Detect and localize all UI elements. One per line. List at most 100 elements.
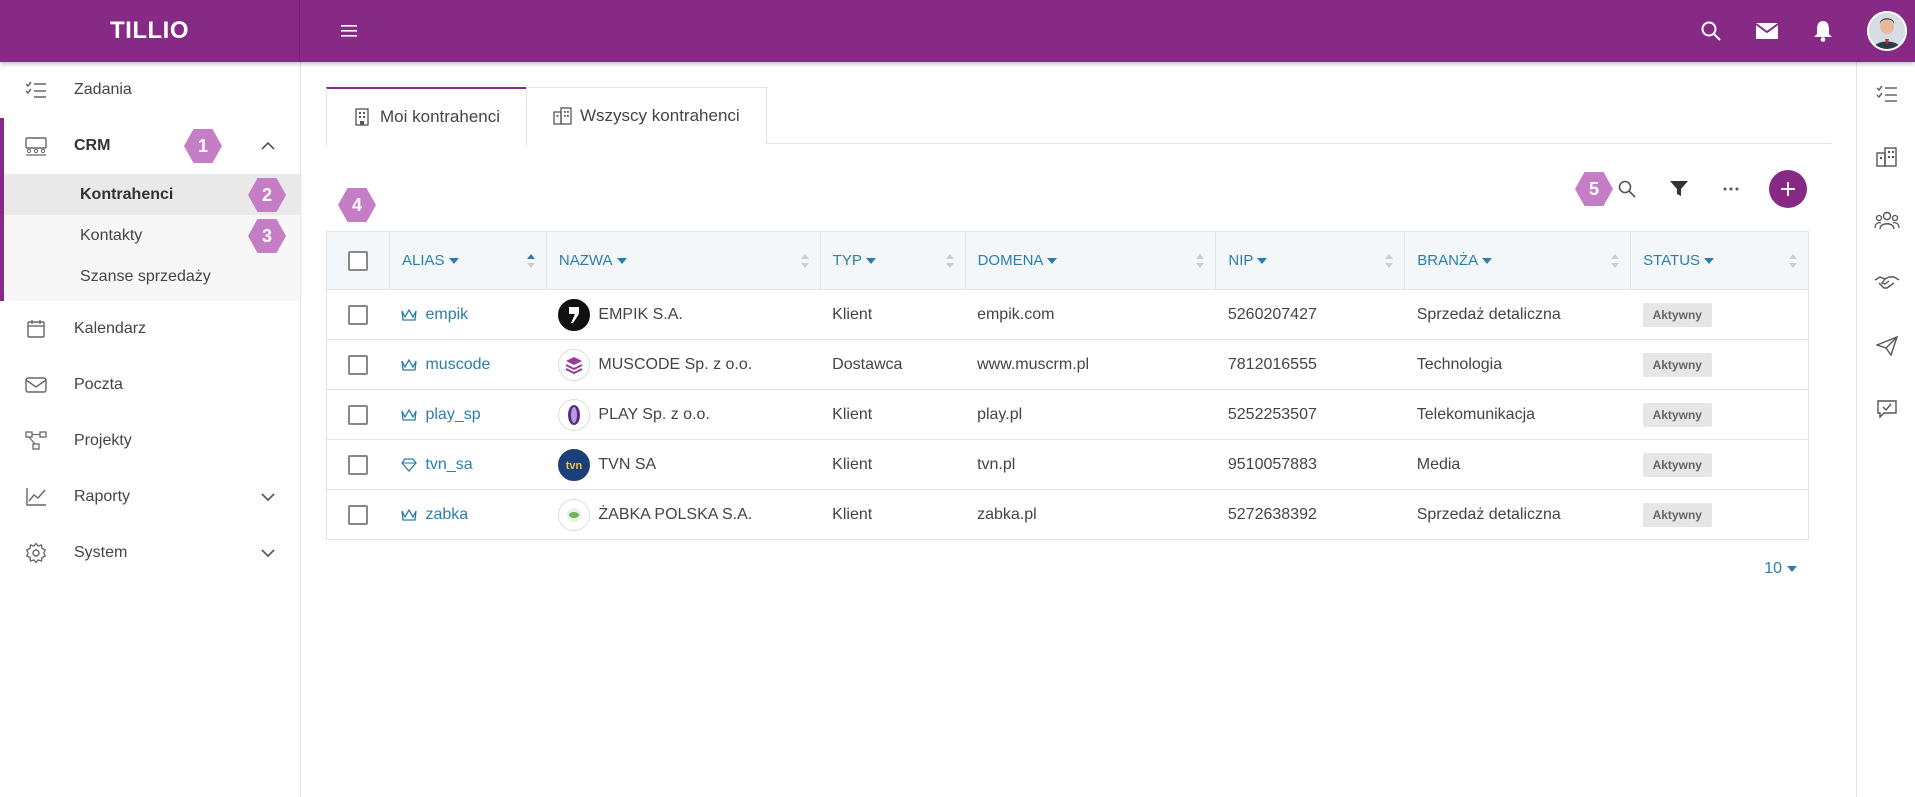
company-name: PLAY Sp. z o.o.	[598, 405, 710, 423]
search-icon[interactable]	[1615, 177, 1639, 201]
user-avatar[interactable]	[1867, 11, 1907, 51]
sort-icon[interactable]	[1384, 252, 1394, 270]
company-type: Klient	[820, 489, 966, 540]
bell-icon[interactable]	[1811, 19, 1835, 43]
company-type: Klient	[820, 439, 966, 490]
chevron-down-icon[interactable]	[258, 543, 278, 563]
row-checkbox[interactable]	[348, 504, 369, 525]
table-row[interactable]: zabka ŻABKA POLSKA S.A. Klient zabka.pl …	[326, 489, 1809, 540]
sort-icon[interactable]	[1788, 252, 1798, 270]
chevron-down-icon[interactable]	[258, 487, 278, 507]
sidebar-item-system[interactable]: System	[0, 525, 300, 581]
building-icon	[353, 108, 371, 126]
row-checkbox[interactable]	[348, 304, 369, 325]
company-type: Klient	[820, 289, 966, 340]
column-header-typ[interactable]: TYP	[819, 231, 966, 290]
svg-text:tvn: tvn	[566, 460, 583, 471]
more-options-icon[interactable]	[1719, 177, 1743, 201]
sidebar: Zadania CRM 1 Kontrahenci 2 Kontakty 3 S…	[0, 62, 301, 797]
mail-icon[interactable]	[1755, 19, 1779, 43]
column-header-nazwa[interactable]: NAZWA	[545, 231, 821, 290]
sidebar-item-label: Poczta	[74, 376, 123, 393]
row-checkbox[interactable]	[348, 404, 369, 425]
tab-wszyscy-kontrahenci[interactable]: Wszyscy kontrahenci	[526, 87, 767, 144]
company-nip: 5272638392	[1215, 489, 1405, 540]
sidebar-item-kontrahenci[interactable]: Kontrahenci 2	[4, 174, 300, 215]
sidebar-item-label: Raporty	[74, 488, 131, 505]
select-all-checkbox[interactable]	[347, 250, 368, 271]
people-shortcut-icon[interactable]	[1857, 188, 1915, 251]
company-industry: Technologia	[1404, 339, 1631, 390]
alias-link[interactable]: zabka	[401, 506, 534, 524]
envelope-icon	[24, 373, 48, 397]
status-badge: Aktywny	[1642, 502, 1712, 527]
sidebar-item-szanse-sprzedazy[interactable]: Szanse sprzedaży	[4, 256, 300, 297]
calendar-icon	[24, 317, 48, 341]
annotation-badge: 4	[338, 188, 376, 222]
sidebar-item-kalendarz[interactable]: Kalendarz	[0, 301, 300, 357]
search-icon[interactable]	[1699, 19, 1723, 43]
sidebar-group-crm: CRM 1 Kontrahenci 2 Kontakty 3 Szanse sp…	[0, 118, 300, 301]
status-badge: Aktywny	[1642, 452, 1712, 477]
buildings-shortcut-icon[interactable]	[1857, 125, 1915, 188]
sidebar-item-label: Szanse sprzedaży	[80, 267, 211, 285]
send-shortcut-icon[interactable]	[1857, 314, 1915, 377]
annotation-badge: 2	[248, 178, 286, 212]
column-header-domena[interactable]: DOMENA	[964, 231, 1217, 290]
sort-icon[interactable]	[945, 252, 955, 270]
company-nip: 7812016555	[1215, 339, 1405, 390]
table-row[interactable]: tvn_sa tvn TVN SA Klient tvn.pl 95100578…	[326, 439, 1809, 490]
handshake-shortcut-icon[interactable]	[1857, 251, 1915, 314]
page-size-select[interactable]: 10	[1764, 560, 1797, 578]
crown-icon	[401, 508, 418, 521]
chevron-up-icon[interactable]	[258, 136, 278, 156]
tab-moi-kontrahenci[interactable]: Moi kontrahenci	[326, 87, 528, 145]
column-header-alias[interactable]: ALIAS	[388, 231, 547, 290]
crm-submenu: Kontrahenci 2 Kontakty 3 Szanse sprzedaż…	[4, 174, 300, 301]
filter-icon[interactable]	[1667, 177, 1691, 201]
add-contractor-button[interactable]	[1769, 170, 1807, 208]
project-tree-icon	[24, 429, 48, 453]
comment-check-shortcut-icon[interactable]	[1857, 377, 1915, 440]
sidebar-item-zadania[interactable]: Zadania	[0, 62, 300, 118]
sidebar-item-poczta[interactable]: Poczta	[0, 357, 300, 413]
app-logo[interactable]: TILLIO	[0, 0, 300, 62]
company-type: Klient	[820, 389, 966, 440]
sidebar-item-kontakty[interactable]: Kontakty 3	[4, 215, 300, 256]
column-header-branza[interactable]: BRANŻA	[1404, 231, 1632, 290]
row-checkbox[interactable]	[348, 354, 369, 375]
alias-link[interactable]: play_sp	[401, 406, 534, 424]
crown-icon	[401, 408, 418, 421]
alias-link[interactable]: tvn_sa	[401, 456, 534, 474]
sidebar-item-label: Kalendarz	[74, 320, 147, 337]
status-badge: Aktywny	[1642, 352, 1712, 377]
task-list-icon	[24, 78, 48, 102]
sidebar-item-label: Kontakty	[80, 226, 143, 244]
table-row[interactable]: muscode MUSCODE Sp. z o.o. Dostawca www.…	[326, 339, 1809, 390]
sidebar-item-label: System	[74, 544, 128, 561]
sidebar-item-crm[interactable]: CRM	[4, 118, 300, 174]
company-name: EMPIK S.A.	[598, 305, 683, 323]
table-row[interactable]: play_sp PLAY Sp. z o.o. Klient play.pl 5…	[326, 389, 1809, 440]
alias-link[interactable]: empik	[401, 306, 534, 324]
sort-icon[interactable]	[1195, 252, 1205, 270]
company-industry: Telekomunikacja	[1404, 389, 1631, 440]
row-checkbox[interactable]	[348, 454, 369, 475]
alias-link[interactable]: muscode	[401, 356, 534, 374]
chart-line-icon	[24, 485, 48, 509]
column-header-nip[interactable]: NIP	[1215, 231, 1406, 290]
main-content: Moi kontrahenci Wszyscy kontrahenci 4 5	[326, 62, 1831, 797]
table-row[interactable]: empik EMPIK S.A. Klient empik.com 526020…	[326, 289, 1809, 340]
sidebar-item-label: Kontrahenci	[80, 185, 174, 203]
sort-icon[interactable]	[1610, 252, 1620, 270]
menu-toggle-icon[interactable]	[338, 20, 360, 42]
sidebar-item-projekty[interactable]: Projekty	[0, 413, 300, 469]
sort-icon[interactable]	[800, 252, 810, 270]
sidebar-item-raporty[interactable]: Raporty	[0, 469, 300, 525]
tasks-shortcut-icon[interactable]	[1857, 62, 1915, 125]
company-nip: 5260207427	[1215, 289, 1405, 340]
status-badge: Aktywny	[1642, 302, 1712, 327]
column-header-status[interactable]: STATUS	[1630, 231, 1809, 290]
sort-icon[interactable]	[526, 252, 536, 270]
table-header-row: ALIAS NAZWA TYP DOMENA NIP BRANŻA STATUS	[326, 231, 1809, 290]
